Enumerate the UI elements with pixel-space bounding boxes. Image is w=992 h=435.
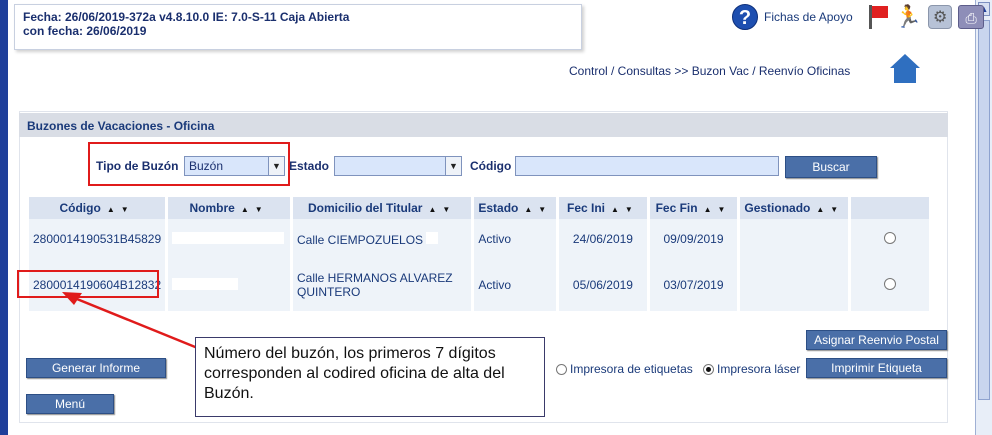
asignar-reenvio-button[interactable]: Asignar Reenvio Postal bbox=[806, 330, 947, 350]
menu-button[interactable]: Menú bbox=[26, 394, 114, 414]
imprimir-etiqueta-button[interactable]: Imprimir Etiqueta bbox=[806, 358, 947, 378]
impresora-etiquetas-label: Impresora de etiquetas bbox=[570, 362, 693, 376]
annotation-callout: Número del buzón, los primeros 7 dígitos… bbox=[195, 337, 545, 417]
impresora-etiquetas-option[interactable]: Impresora de etiquetas bbox=[556, 362, 693, 376]
generar-informe-button[interactable]: Generar Informe bbox=[26, 358, 166, 378]
impresora-laser-label: Impresora láser bbox=[717, 362, 801, 376]
radio-selected-icon[interactable] bbox=[703, 363, 714, 375]
radio-icon[interactable] bbox=[556, 363, 567, 375]
impresora-laser-option[interactable]: Impresora láser bbox=[703, 362, 800, 376]
